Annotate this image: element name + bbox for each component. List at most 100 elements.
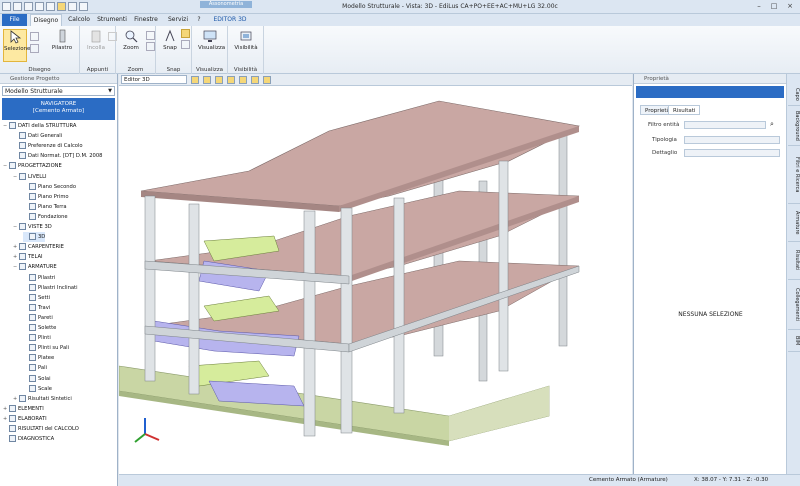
tree-item[interactable]: DIAGNOSTICA	[3, 434, 54, 444]
tree-node-icon	[29, 324, 36, 331]
tree-item-label: Dati Generali	[28, 133, 63, 140]
tree-item[interactable]: Platee	[23, 353, 54, 363]
search-icon[interactable]: ⌕	[770, 120, 774, 129]
tree-item[interactable]: Setti	[23, 293, 50, 303]
tree-item[interactable]: − LIVELLI	[13, 172, 47, 182]
side-tab-bim[interactable]: BIM	[788, 330, 800, 352]
view-tool-icon-1[interactable]	[191, 76, 199, 84]
close-button[interactable]: ×	[783, 2, 797, 11]
tree-item-label: Plinti	[38, 335, 51, 342]
tree-node-icon	[29, 384, 36, 392]
snap-grid-icon[interactable]	[181, 40, 190, 49]
tree-item[interactable]: Scale	[23, 384, 52, 394]
tree-item[interactable]: Pali	[23, 363, 47, 373]
tree-item[interactable]: Pilastri	[23, 273, 55, 283]
tree-node-icon	[29, 233, 36, 241]
zoom-out-icon[interactable]	[146, 42, 155, 51]
tree-item[interactable]: Preferenze di Calcolo	[13, 141, 83, 151]
redo-small-icon[interactable]	[30, 44, 39, 53]
3d-viewport[interactable]	[119, 86, 632, 474]
visualizza-button[interactable]: Visualizza	[198, 29, 225, 62]
view-tool-icon-5[interactable]	[239, 76, 247, 84]
minimize-button[interactable]: –	[752, 2, 766, 11]
tree-item[interactable]: + CARPENTERIE	[13, 242, 64, 252]
snap-button[interactable]: Snap	[158, 29, 182, 62]
zoom-button[interactable]: Zoom	[119, 29, 143, 62]
tree-item[interactable]: Fondazione	[23, 212, 68, 222]
tab-servizi[interactable]: Servizi	[166, 14, 190, 26]
view-tool-icon-4[interactable]	[227, 76, 235, 84]
save-icon[interactable]	[35, 2, 44, 11]
zoom-in-icon[interactable]	[146, 31, 155, 40]
pilastro-button[interactable]: Pilastro	[50, 29, 74, 62]
tree-node-icon	[29, 354, 36, 362]
new-icon[interactable]	[13, 2, 22, 11]
tree-item[interactable]: Dati Generali	[13, 131, 62, 141]
tab-help[interactable]: ?	[194, 14, 204, 26]
tree-item[interactable]: − ARMATURE	[13, 262, 57, 272]
selezione-button[interactable]: Selezione	[3, 29, 30, 62]
visibilita-button[interactable]: Visibilità	[234, 29, 258, 62]
group-visualizza: Visualizza Visualizza	[192, 26, 228, 74]
tree-item[interactable]: Travi	[23, 303, 50, 313]
tree-item[interactable]: Piano Terra	[23, 202, 67, 212]
help-icon[interactable]	[79, 2, 88, 11]
maximize-button[interactable]: □	[767, 2, 781, 11]
undo-icon[interactable]	[46, 2, 55, 11]
side-tab-risultati[interactable]: Risultati	[788, 242, 800, 280]
tree-item[interactable]: Piano Primo	[23, 192, 69, 202]
side-tab-filtri[interactable]: Filtri e Ricerca	[788, 146, 800, 204]
view-tool-icon-7[interactable]	[263, 76, 271, 84]
tab-finestre[interactable]: Finestre	[131, 14, 161, 26]
tree-item[interactable]: Piano Secondo	[23, 182, 76, 192]
tree-item[interactable]: + ELEMENTI	[3, 404, 44, 414]
side-tab-capo[interactable]: Capo	[788, 84, 800, 106]
tree-item[interactable]: − DATI della STRUTTURA	[3, 121, 76, 131]
side-tab-background[interactable]: Background	[788, 106, 800, 146]
layers-icon	[239, 29, 253, 43]
model-select[interactable]: Modello Strutturale ▼	[2, 86, 115, 96]
dettaglio-field[interactable]	[684, 149, 780, 157]
snap-point-icon[interactable]	[181, 29, 190, 38]
tree-item[interactable]: Solette	[23, 323, 56, 333]
tree-item[interactable]: − PROGETTAZIONE	[3, 161, 62, 171]
tab-editor-3d[interactable]: EDITOR 3D	[210, 14, 250, 26]
tree-item[interactable]: − VISTE 3D	[13, 222, 52, 232]
tab-file[interactable]: File	[2, 14, 27, 26]
tab-disegno[interactable]: Disegno	[30, 14, 62, 26]
monitor-icon	[203, 29, 217, 43]
open-icon[interactable]	[24, 2, 33, 11]
tree-item[interactable]: + ELABORATI	[3, 414, 47, 424]
tree-item-label: Fondazione	[38, 213, 68, 220]
side-tab-armature[interactable]: Armature	[788, 204, 800, 242]
properties-banner	[636, 86, 784, 98]
tipologia-field[interactable]	[684, 136, 780, 144]
tab-risultati[interactable]: Risultati	[668, 105, 701, 115]
print-icon[interactable]	[68, 2, 77, 11]
tab-strumenti[interactable]: Strumenti	[96, 14, 128, 26]
tree-item[interactable]: 3D	[23, 232, 46, 243]
view-tool-icon-2[interactable]	[203, 76, 211, 84]
tree-item[interactable]: Dati Normat. [DT] D.M. 2008	[13, 151, 102, 161]
side-tab-collegamenti[interactable]: Collegamenti	[788, 280, 800, 330]
tree-item[interactable]: Plinti su Pali	[23, 343, 69, 353]
building-3d-model	[119, 100, 580, 446]
tree-item[interactable]: Pareti	[23, 313, 53, 323]
tree-item[interactable]: + Risultati Sintetici	[13, 394, 72, 404]
view-tool-icon-6[interactable]	[251, 76, 259, 84]
tab-calcolo[interactable]: Calcolo	[64, 14, 94, 26]
tree-item[interactable]: Solai	[23, 374, 51, 384]
tree-item[interactable]: Pilastri Inclinati	[23, 283, 78, 293]
app-icon[interactable]	[2, 2, 11, 11]
select-icon[interactable]	[57, 2, 66, 11]
undo-small-icon[interactable]	[30, 32, 39, 41]
tree-item[interactable]: Plinti	[23, 333, 51, 343]
view-select[interactable]: Editor 3D	[121, 75, 187, 84]
tree-item[interactable]: RISULTATI del CALCOLO	[3, 424, 79, 434]
view-tool-icon-3[interactable]	[215, 76, 223, 84]
tree-node-icon	[29, 192, 36, 200]
group-disegno: Selezione Pilastro Disegno	[0, 26, 80, 74]
filter-field[interactable]	[684, 121, 766, 129]
tree-item[interactable]: + TELAI	[13, 252, 43, 262]
incolla-button[interactable]: Incolla	[84, 29, 108, 62]
